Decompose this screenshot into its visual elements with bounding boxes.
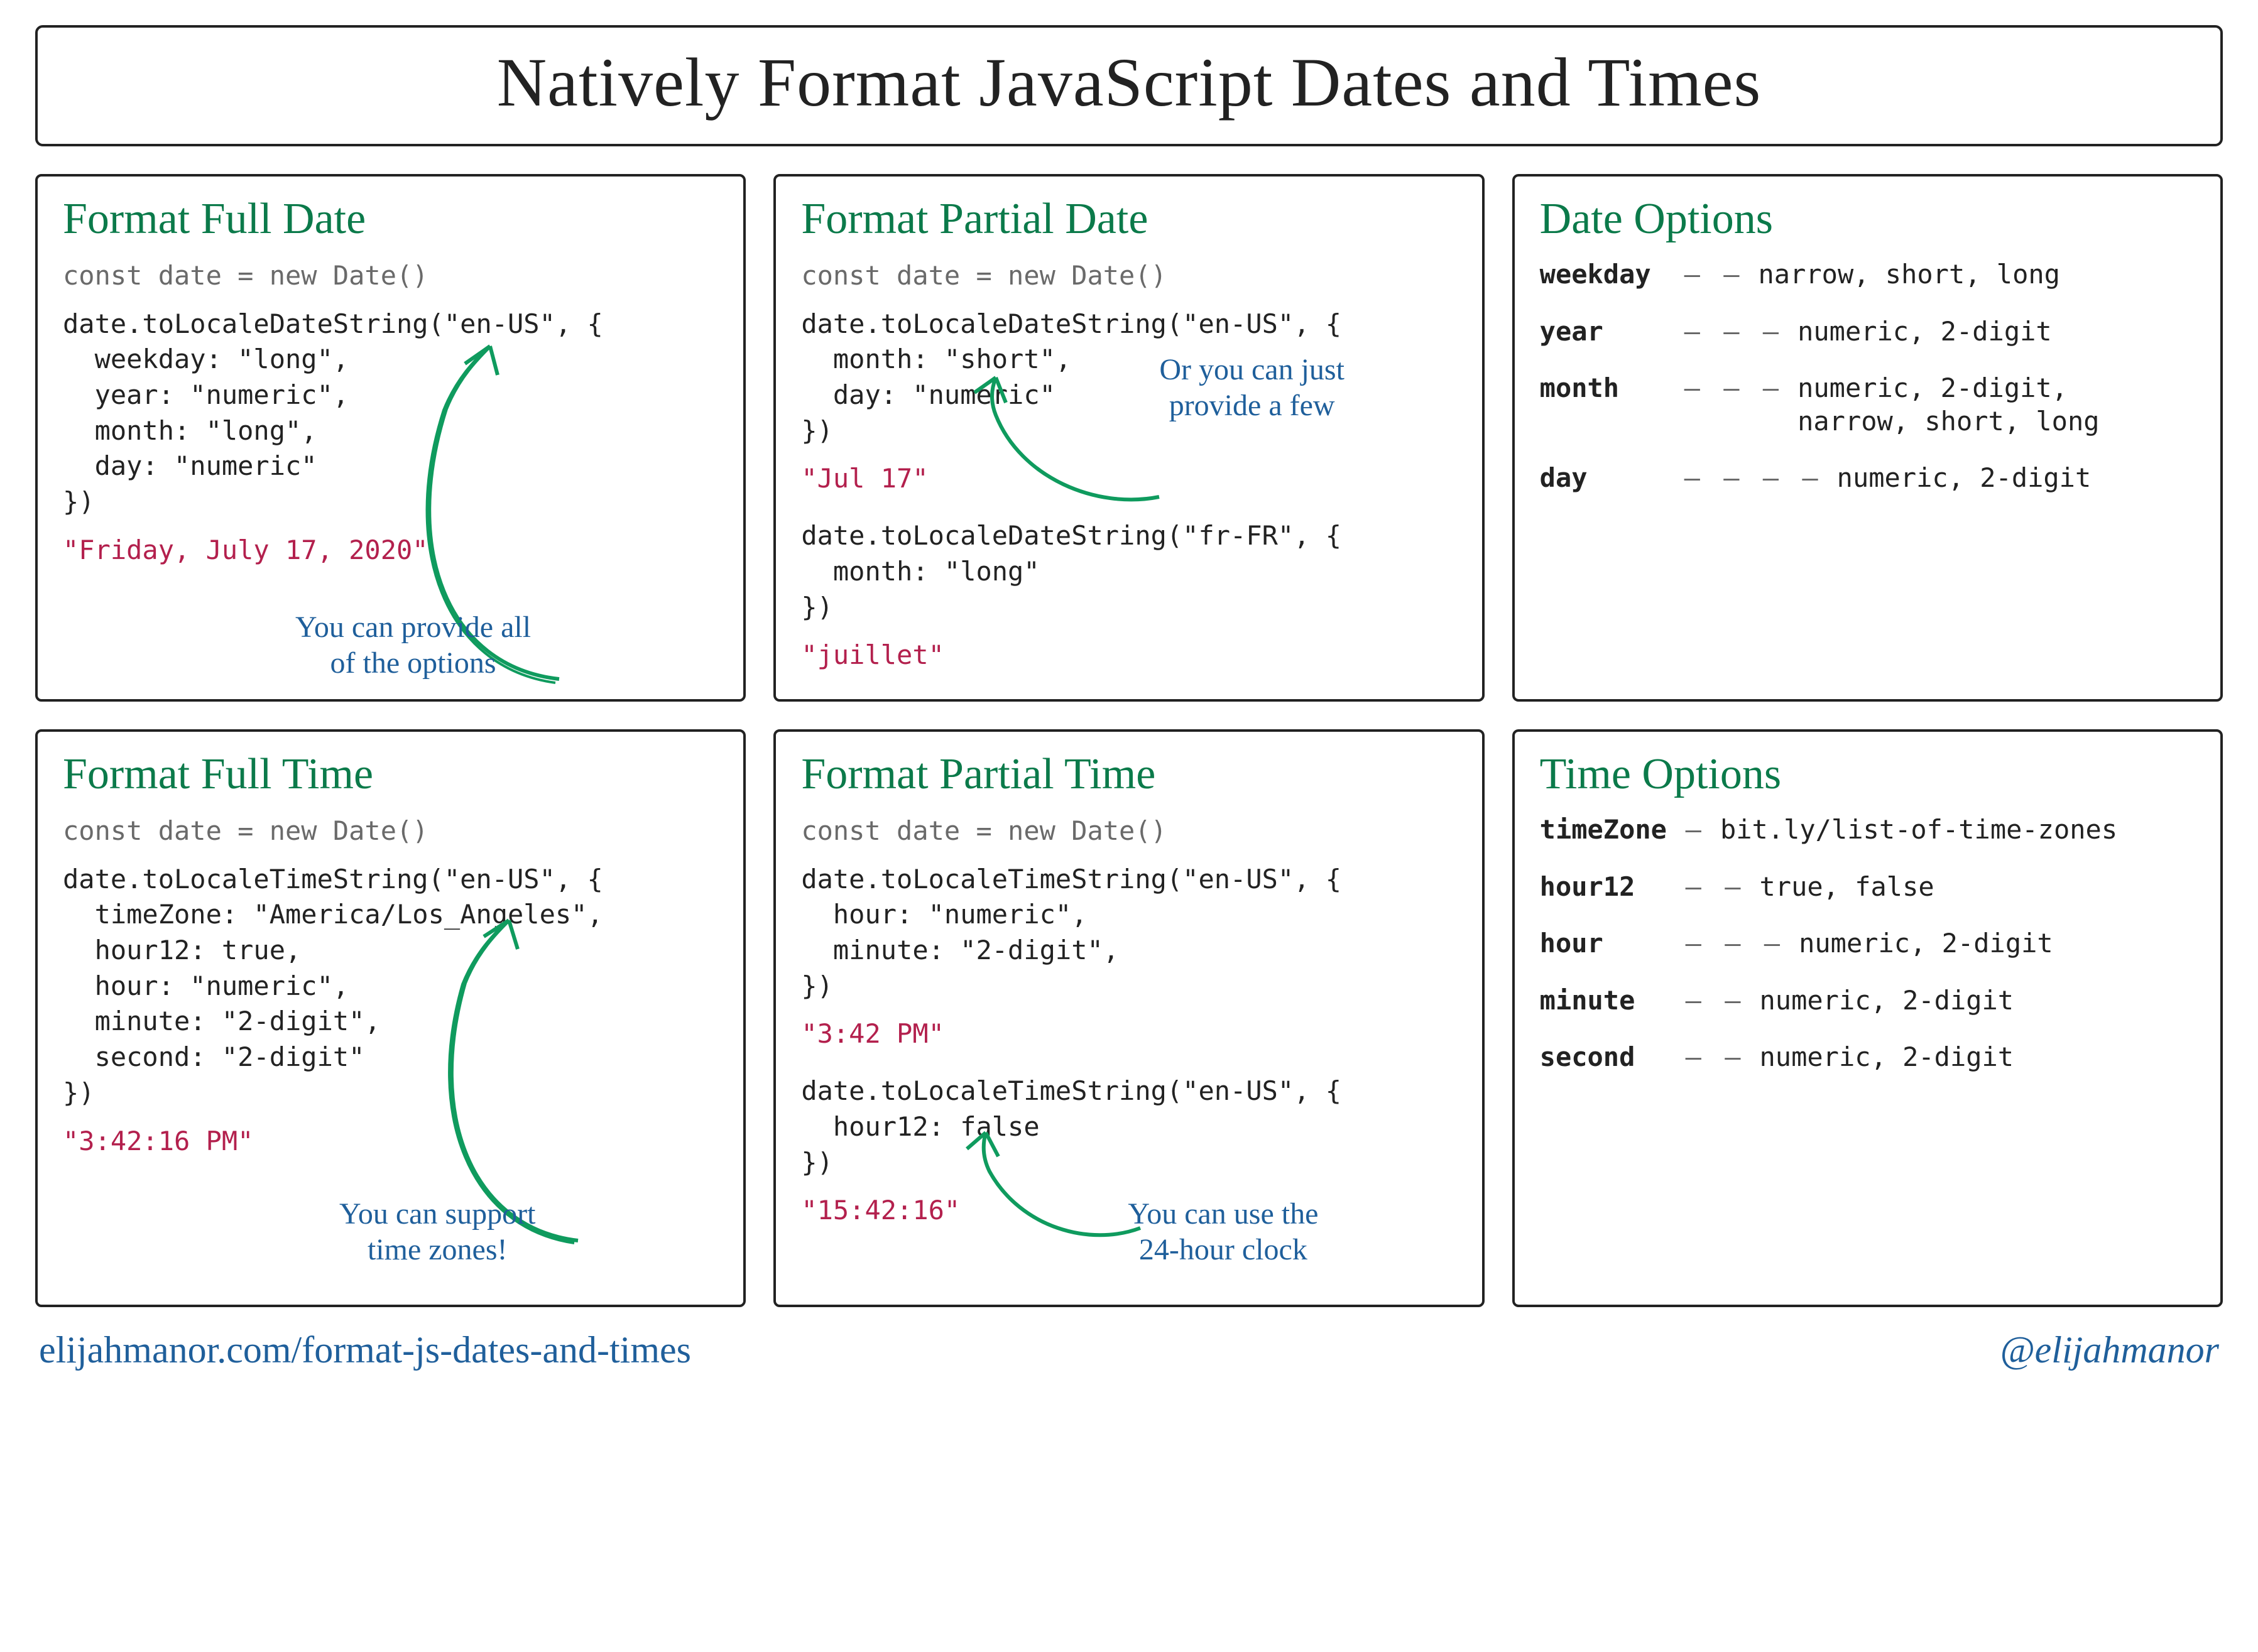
panel-date-options: Date Options weekday — — narrow, short, … [1512,174,2223,702]
annotation: You can provide all of the options [295,610,531,681]
panel-format-partial-date: Format Partial Date const date = new Dat… [773,174,1484,702]
panel-heading: Format Full Time [63,749,721,800]
option-row: minute — — numeric, 2-digit [1540,984,2198,1018]
annotation: You can use the 24-hour clock [1128,1197,1318,1268]
option-values: numeric, 2-digit [1760,1041,2014,1074]
option-dashes: — — [1686,1041,1745,1074]
option-dashes: — — [1684,258,1743,291]
annotation: Or you can just provide a few [1159,352,1344,423]
option-values: narrow, short, long [1759,258,2060,291]
option-key: hour [1540,927,1671,960]
code-result: "juillet" [801,638,1459,673]
code-decl: const date = new Date() [63,258,721,294]
code-block: date.toLocaleTimeString("en-US", { hour1… [801,1073,1459,1180]
option-row: hour12 — — true, false [1540,871,2198,904]
option-key: timeZone [1540,813,1671,847]
panel-heading: Format Partial Time [801,749,1459,800]
option-row: weekday — — narrow, short, long [1540,258,2198,291]
code-block: date.toLocaleDateString("en-US", { month… [801,307,1459,449]
panel-heading: Format Partial Date [801,194,1459,244]
option-key: second [1540,1041,1671,1074]
code-block: date.toLocaleTimeString("en-US", { hour:… [801,862,1459,1004]
option-dashes: — — — [1684,315,1782,349]
option-row: second — — numeric, 2-digit [1540,1041,2198,1074]
option-key: year [1540,315,1669,349]
annotation: You can support time zones! [339,1197,535,1268]
option-values: bit.ly/list-of-time-zones [1720,813,2117,847]
option-key: day [1540,462,1669,495]
code-result: "Friday, July 17, 2020" [63,533,721,568]
option-row: timeZone — bit.ly/list-of-time-zones [1540,813,2198,847]
panel-heading: Time Options [1540,749,2198,800]
panel-heading: Format Full Date [63,194,721,244]
option-dashes: — — [1686,984,1745,1018]
footer-url: elijahmanor.com/format-js-dates-and-time… [39,1329,691,1372]
option-key: minute [1540,984,1671,1018]
code-decl: const date = new Date() [801,813,1459,849]
option-row: month — — — numeric, 2-digit, narrow, sh… [1540,372,2198,438]
option-values: numeric, 2-digit [1797,315,2052,349]
title-box: Natively Format JavaScript Dates and Tim… [35,25,2223,146]
footer-handle: @elijahmanor [2000,1329,2219,1372]
option-key: month [1540,372,1669,405]
footer: elijahmanor.com/format-js-dates-and-time… [39,1329,2219,1372]
panel-format-partial-time: Format Partial Time const date = new Dat… [773,729,1484,1307]
panel-heading: Date Options [1540,194,2198,244]
panels-grid: Format Full Date const date = new Date()… [35,174,2223,1307]
option-row: hour — — — numeric, 2-digit [1540,927,2198,960]
option-values: true, false [1760,871,1934,904]
code-result: "Jul 17" [801,461,1459,497]
option-dashes: — — — [1686,927,1784,960]
option-values: numeric, 2-digit, narrow, short, long [1797,372,2099,438]
code-decl: const date = new Date() [63,813,721,849]
option-values: numeric, 2-digit [1760,984,2014,1018]
option-row: day — — — — numeric, 2-digit [1540,462,2198,495]
option-dashes: — — — — [1684,462,1822,495]
option-dashes: — [1686,813,1705,847]
code-result: "3:42 PM" [801,1016,1459,1052]
option-values: numeric, 2-digit [1799,927,2053,960]
code-block: date.toLocaleDateString("fr-FR", { month… [801,518,1459,625]
code-block: date.toLocaleTimeString("en-US", { timeZ… [63,862,721,1111]
page-title: Natively Format JavaScript Dates and Tim… [63,43,2195,122]
code-result: "3:42:16 PM" [63,1124,721,1160]
options-list: weekday — — narrow, short, long year — —… [1540,258,2198,495]
options-list: timeZone — bit.ly/list-of-time-zones hou… [1540,813,2198,1074]
panel-format-full-time: Format Full Time const date = new Date()… [35,729,746,1307]
code-block: date.toLocaleDateString("en-US", { weekd… [63,307,721,520]
code-decl: const date = new Date() [801,258,1459,294]
option-row: year — — — numeric, 2-digit [1540,315,2198,349]
panel-format-full-date: Format Full Date const date = new Date()… [35,174,746,702]
option-dashes: — — [1686,871,1745,904]
option-key: hour12 [1540,871,1671,904]
option-values: numeric, 2-digit [1837,462,2092,495]
option-dashes: — — — [1684,372,1782,405]
option-key: weekday [1540,258,1669,291]
panel-time-options: Time Options timeZone — bit.ly/list-of-t… [1512,729,2223,1307]
